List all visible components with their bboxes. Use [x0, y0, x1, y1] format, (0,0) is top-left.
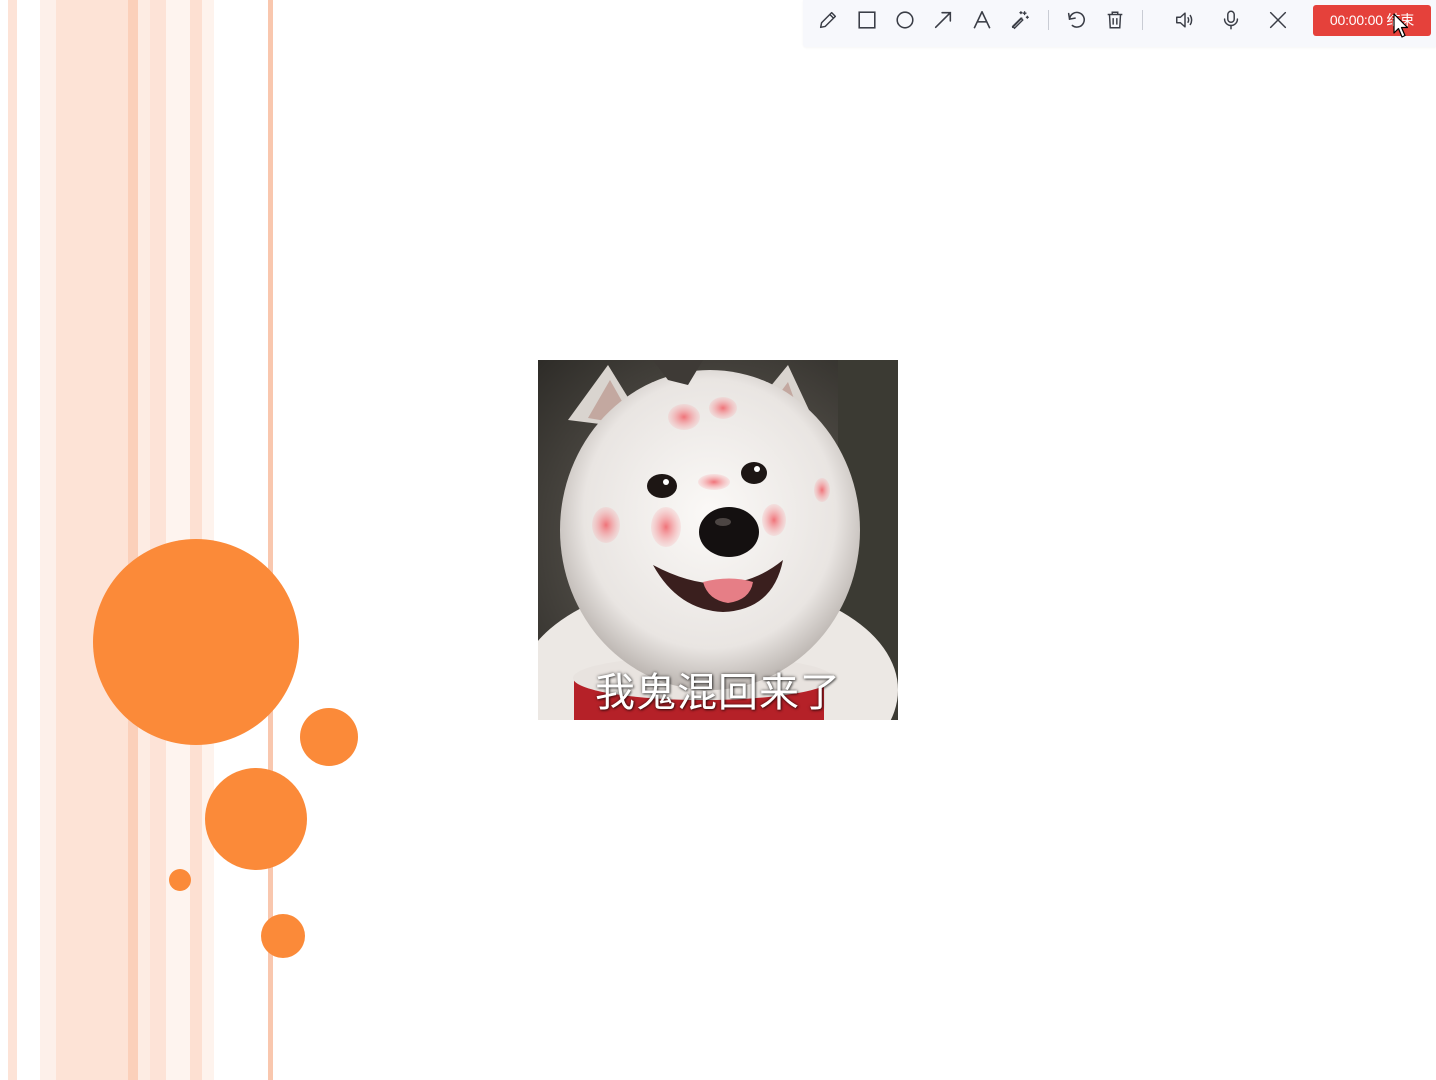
- decor-circle: [300, 708, 358, 766]
- magic-wand-icon[interactable]: [1005, 5, 1035, 35]
- decor-circle-large: [93, 539, 299, 745]
- decor-circle: [205, 768, 307, 870]
- toolbar-divider: [1048, 10, 1049, 30]
- decor-stripe: [138, 0, 150, 1080]
- decor-stripe: [56, 0, 128, 1080]
- rectangle-icon[interactable]: [852, 5, 882, 35]
- meme-caption: 我鬼混回来了: [595, 670, 841, 716]
- decor-stripe: [40, 0, 56, 1080]
- toolbar-divider: [1142, 10, 1143, 30]
- decor-stripe: [8, 0, 17, 1080]
- recording-toolbar: 00:00:00 结束: [803, 0, 1436, 47]
- decor-stripe: [128, 0, 138, 1080]
- close-icon[interactable]: [1263, 5, 1293, 35]
- speaker-icon[interactable]: [1170, 5, 1200, 35]
- microphone-icon[interactable]: [1216, 5, 1246, 35]
- decor-stripe: [150, 0, 166, 1080]
- recording-timer: 00:00:00: [1329, 12, 1383, 28]
- pencil-icon[interactable]: [813, 5, 843, 35]
- arrow-icon[interactable]: [928, 5, 958, 35]
- decor-circle: [261, 914, 305, 958]
- end-recording-button[interactable]: 00:00:00 结束: [1313, 5, 1431, 36]
- decor-circle-small: [169, 869, 191, 891]
- trash-icon[interactable]: [1100, 5, 1130, 35]
- text-icon[interactable]: [967, 5, 997, 35]
- undo-icon[interactable]: [1061, 5, 1091, 35]
- meme-image: 我鬼混回来了: [538, 360, 898, 720]
- mouse-cursor-icon: [1393, 13, 1409, 38]
- presentation-slide: 我鬼混回来了 00:00:00: [0, 0, 1436, 1080]
- circle-icon[interactable]: [890, 5, 920, 35]
